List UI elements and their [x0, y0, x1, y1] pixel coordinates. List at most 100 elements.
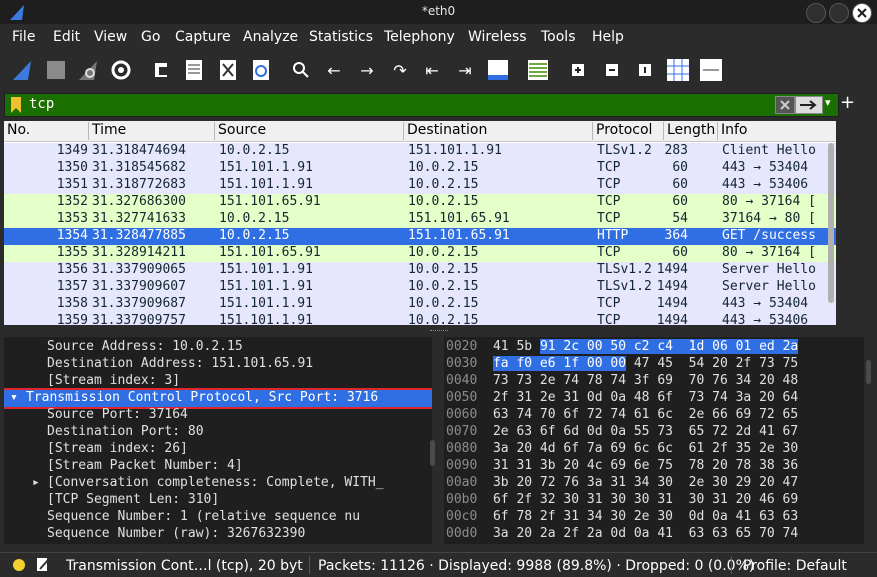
zoom-in-icon[interactable] — [566, 58, 590, 82]
menu-statistics[interactable]: Statistics — [309, 29, 373, 45]
hex-row[interactable]: 00c0 6f 78 2f 31 34 30 2e 30 0d 0a 41 63… — [446, 509, 798, 526]
detail-row[interactable]: Sequence Number: 1 (relative sequence nu — [4, 509, 432, 526]
hex-row[interactable]: 0080 3a 20 4d 6f 7a 69 6c 6c 61 2f 35 2e… — [446, 441, 798, 458]
details-scrollbar[interactable] — [430, 440, 435, 466]
close-button[interactable] — [852, 3, 872, 23]
menu-view[interactable]: View — [94, 29, 127, 45]
hex-row[interactable]: 00a0 3b 20 72 76 3a 31 34 30 2e 30 29 20… — [446, 475, 798, 492]
open-file-icon[interactable] — [150, 58, 174, 82]
clear-filter-button[interactable] — [775, 96, 795, 114]
window-title: *eth0 — [421, 4, 456, 18]
zoom-out-icon[interactable] — [600, 58, 624, 82]
normal-size-icon[interactable] — [633, 58, 657, 82]
packet-row[interactable]: 1349 31.318474694 10.0.2.15 151.101.1.91 TLS… — [4, 143, 836, 160]
hex-row[interactable]: 0040 73 73 2e 74 78 74 3f 69 70 76 34 20… — [446, 373, 798, 390]
column-length[interactable]: Length — [664, 122, 718, 140]
packet-row[interactable]: 1356 31.337909065 151.101.1.91 10.0.2.15 TLS… — [4, 262, 836, 279]
hex-row[interactable]: 0090 31 31 3b 20 4c 69 6e 75 78 20 78 38… — [446, 458, 798, 475]
hex-row[interactable]: 00b0 6f 2f 32 30 31 30 30 31 30 31 20 46… — [446, 492, 798, 509]
detail-row[interactable]: [TCP Segment Len: 310] — [4, 492, 432, 509]
autoscroll-icon[interactable] — [486, 58, 510, 82]
search-icon[interactable] — [289, 58, 313, 82]
packet-cell-info: 80 → 37164 [ — [722, 245, 816, 260]
bookmark-icon[interactable] — [10, 96, 22, 114]
menu-capture[interactable]: Capture — [175, 29, 231, 45]
packet-list: No. Time Source Destination Protocol Len… — [4, 121, 836, 325]
detail-row[interactable]: Source Address: 10.0.2.15 — [4, 339, 432, 356]
packet-cell-len: 364 — [664, 228, 688, 243]
packet-row[interactable]: 1352 31.327686300 151.101.65.91 10.0.2.15 TC… — [4, 194, 836, 211]
menu-tools[interactable]: Tools — [541, 29, 576, 45]
filter-input[interactable]: tcp — [29, 96, 54, 112]
minimize-button[interactable] — [806, 3, 826, 23]
restart-fin-icon[interactable] — [76, 58, 100, 82]
detail-row[interactable]: [Stream index: 3] — [4, 373, 432, 390]
menu-edit[interactable]: Edit — [53, 29, 80, 45]
go-back-icon[interactable]: ← — [322, 58, 346, 82]
hex-row[interactable]: 0050 2f 31 2e 31 0d 0a 48 6f 73 74 3a 20… — [446, 390, 798, 407]
expert-info-icon[interactable] — [12, 558, 26, 572]
menu-wireless[interactable]: Wireless — [468, 29, 527, 45]
status-profile[interactable]: Profile: Default — [743, 558, 847, 574]
display-filter-bar[interactable]: tcp ▾ — [4, 93, 839, 117]
apply-filter-button[interactable] — [795, 96, 823, 114]
gear-options-icon[interactable] — [109, 58, 133, 82]
go-to-packet-icon[interactable]: ↷ — [388, 58, 412, 82]
packet-row[interactable]: 1355 31.328914211 151.101.65.91 10.0.2.15 TC… — [4, 245, 836, 262]
bytes-scrollbar[interactable] — [866, 360, 871, 384]
hex-row[interactable]: 0030 fa f0 e6 1f 00 00 47 45 54 20 2f 73… — [446, 356, 798, 373]
packet-row[interactable]: 1351 31.318772683 151.101.1.91 10.0.2.15 TCP… — [4, 177, 836, 194]
close-file-icon[interactable] — [216, 58, 240, 82]
packet-list-scrollbar[interactable] — [828, 143, 834, 303]
last-packet-icon[interactable]: ⇥ — [453, 58, 477, 82]
reload-icon[interactable] — [249, 58, 273, 82]
detail-row[interactable]: Destination Port: 80 — [4, 424, 432, 441]
column-destination[interactable]: Destination — [404, 122, 593, 140]
colorize-icon[interactable] — [526, 58, 550, 82]
packet-cell-time: 31.318545682 — [92, 160, 186, 175]
column-info[interactable]: Info — [718, 122, 836, 140]
packet-row[interactable]: 1354 31.328477885 10.0.2.15 151.101.65.91 HT… — [4, 228, 836, 245]
fraction-icon[interactable] — [699, 58, 723, 82]
column-source[interactable]: Source — [215, 122, 404, 140]
detail-row[interactable]: ▾ Transmission Control Protocol, Src Port… — [4, 388, 432, 409]
resize-columns-icon[interactable] — [666, 58, 690, 82]
detail-row[interactable]: Source Port: 37164 — [4, 407, 432, 424]
detail-row[interactable]: Sequence Number (raw): 3267632390 — [4, 526, 432, 543]
hex-row[interactable]: 0060 63 74 70 6f 72 74 61 6c 2e 66 69 72… — [446, 407, 798, 424]
menu-telephony[interactable]: Telephony — [384, 29, 455, 45]
menu-analyze[interactable]: Analyze — [243, 29, 298, 45]
column-no[interactable]: No. — [4, 122, 89, 140]
column-protocol[interactable]: Protocol — [593, 122, 664, 140]
packet-row[interactable]: 1350 31.318545682 151.101.1.91 10.0.2.15 TCP… — [4, 160, 836, 177]
save-file-icon[interactable] — [182, 58, 206, 82]
pane-splitter[interactable] — [0, 325, 877, 337]
hex-row[interactable]: 0070 2e 63 6f 6d 0d 0a 55 73 65 72 2d 41… — [446, 424, 798, 441]
hex-offset: 0060 — [446, 407, 493, 422]
detail-row[interactable]: [Stream Packet Number: 4] — [4, 458, 432, 475]
expand-arrow-icon[interactable]: ▾ — [10, 390, 18, 405]
edit-comment-icon[interactable] — [36, 557, 50, 573]
packet-row[interactable]: 1358 31.337909687 151.101.1.91 10.0.2.15 TCP… — [4, 296, 836, 313]
detail-row[interactable]: Destination Address: 151.101.65.91 — [4, 356, 432, 373]
collapse-arrow-icon[interactable]: ▸ — [32, 475, 40, 490]
menu-help[interactable]: Help — [592, 29, 624, 45]
add-filter-button[interactable]: + — [840, 92, 855, 113]
column-time[interactable]: Time — [89, 122, 215, 140]
detail-row[interactable]: [Stream index: 26] — [4, 441, 432, 458]
first-packet-icon[interactable]: ⇤ — [420, 58, 444, 82]
packet-row[interactable]: 1353 31.327741633 10.0.2.15 151.101.65.91 TC… — [4, 211, 836, 228]
packet-row[interactable]: 1359 31.337909757 151.101.1.91 10.0.2.15 TCP… — [4, 313, 836, 325]
menu-file[interactable]: File — [12, 29, 35, 45]
detail-row[interactable]: ▸ [Conversation completeness: Complete, W… — [4, 475, 432, 492]
packet-row[interactable]: 1357 31.337909607 151.101.1.91 10.0.2.15 TLS… — [4, 279, 836, 296]
go-forward-icon[interactable]: → — [355, 58, 379, 82]
stop-square-icon[interactable] — [44, 58, 68, 82]
maximize-button[interactable] — [829, 3, 849, 23]
filter-dropdown-icon[interactable]: ▾ — [825, 96, 831, 109]
menu-go[interactable]: Go — [141, 29, 160, 45]
hex-row[interactable]: 0020 41 5b 91 2c 00 50 c2 c4 1d 06 01 ed… — [446, 339, 799, 356]
shark-fin-start-icon[interactable] — [10, 58, 34, 82]
hex-row[interactable]: 00d0 3a 20 2a 2f 2a 0d 0a 41 63 63 65 70… — [446, 526, 798, 543]
status-packets: Packets: 11126 · Displayed: 9988 (89.8%)… — [318, 558, 755, 574]
